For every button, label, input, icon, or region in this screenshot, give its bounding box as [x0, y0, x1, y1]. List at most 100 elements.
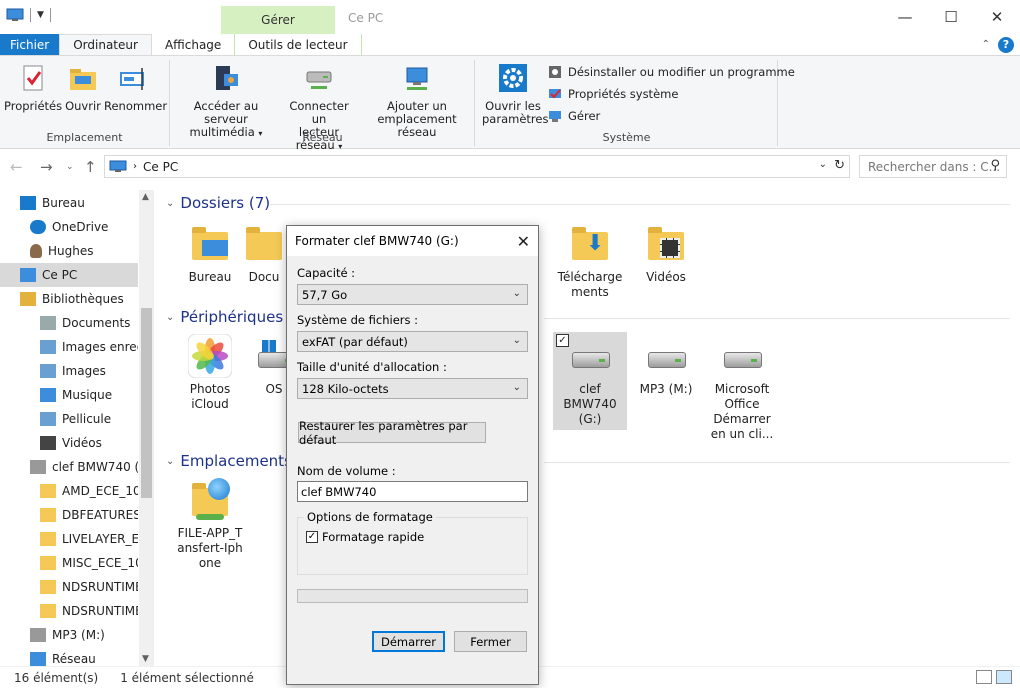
- nav-item[interactable]: Bibliothèques: [0, 287, 138, 311]
- properties-icon: [17, 64, 49, 94]
- quick-format-label: Formatage rapide: [322, 530, 425, 544]
- address-bar[interactable]: › Ce PC ⌄ ↻: [104, 155, 850, 178]
- nav-item[interactable]: NDSRUNTIME_: [0, 599, 138, 623]
- section-devices[interactable]: ⌄ Périphériques et: [166, 308, 303, 326]
- section-network-locations[interactable]: ⌄ Emplacements r: [166, 452, 303, 470]
- device-tile[interactable]: Microsoft Office Démarrer en un cli...: [704, 334, 780, 442]
- collapse-chevron-icon[interactable]: ⌄: [166, 312, 174, 323]
- scroll-down-icon[interactable]: ▼: [142, 654, 149, 664]
- device-tile[interactable]: Photos iCloud: [172, 333, 248, 412]
- tab-drive-tools[interactable]: Outils de lecteur: [234, 34, 362, 55]
- minimize-button[interactable]: —: [882, 6, 928, 28]
- context-tab-manage[interactable]: Gérer: [221, 6, 335, 34]
- qat-separator: [30, 8, 31, 22]
- manage-icon: [548, 109, 562, 123]
- close-window-button[interactable]: ✕: [974, 6, 1020, 28]
- breadcrumb[interactable]: Ce PC: [143, 160, 178, 174]
- nav-item[interactable]: MISC_ECE_1010: [0, 551, 138, 575]
- nav-item[interactable]: Vidéos: [0, 431, 138, 455]
- tab-computer[interactable]: Ordinateur: [59, 34, 152, 55]
- maximize-button[interactable]: ☐: [928, 6, 974, 28]
- capacity-select[interactable]: 57,7 Go ⌄: [297, 284, 528, 305]
- scroll-up-icon[interactable]: ▲: [142, 192, 149, 202]
- tab-file[interactable]: Fichier: [0, 34, 60, 55]
- filesystem-select[interactable]: exFAT (par défaut) ⌄: [297, 331, 528, 352]
- restore-defaults-button[interactable]: Restaurer les paramètres par défaut: [298, 419, 486, 447]
- nav-item[interactable]: Réseau: [0, 647, 138, 666]
- quick-format-checkbox[interactable]: ✓ Formatage rapide: [306, 530, 424, 544]
- folder-tile[interactable]: Bureau: [172, 222, 248, 285]
- network-location-tile[interactable]: FILE-APP_T ansfert-Iph one: [172, 478, 248, 571]
- nav-item[interactable]: LIVELAYER_ECE: [0, 527, 138, 551]
- address-dropdown-icon[interactable]: ⌄: [819, 159, 827, 170]
- system-properties-button[interactable]: Propriétés système: [548, 87, 678, 101]
- folder-tile[interactable]: ⬇ Télécharge ments: [552, 222, 628, 300]
- nav-item[interactable]: Ce PC: [0, 263, 138, 287]
- format-options-group: Options de formatage ✓ Formatage rapide: [297, 510, 528, 575]
- uninstall-program-button[interactable]: Désinstaller ou modifier un programme: [548, 65, 795, 79]
- device-tile[interactable]: MP3 (M:): [628, 334, 704, 397]
- nav-item[interactable]: Musique: [0, 383, 138, 407]
- close-button[interactable]: Fermer: [454, 631, 527, 652]
- back-arrow-icon[interactable]: ←: [10, 158, 23, 176]
- qat-separator: [49, 8, 51, 22]
- device-tile-selected[interactable]: ✓ clef BMW740 (G:): [553, 332, 627, 430]
- nav-item[interactable]: AMD_ECE_1010: [0, 479, 138, 503]
- folder-tile[interactable]: Vidéos: [628, 222, 704, 285]
- ribbon: Propriétés Ouvrir Renommer Emplacement A…: [0, 56, 1020, 152]
- open-settings-button[interactable]: Ouvrir les paramètres: [482, 64, 548, 126]
- nav-item[interactable]: MP3 (M:): [0, 623, 138, 647]
- collapse-ribbon-icon[interactable]: ⌃: [982, 39, 990, 50]
- search-input[interactable]: Rechercher dans : C... ⚲: [859, 155, 1007, 178]
- nav-item[interactable]: Hughes: [0, 239, 138, 263]
- up-arrow-icon[interactable]: ↑: [84, 158, 97, 176]
- open-button[interactable]: Ouvrir: [64, 64, 102, 113]
- folder-icon: [40, 556, 56, 570]
- quick-access-toolbar: ▼: [6, 8, 51, 22]
- network-drive-icon: [303, 64, 335, 94]
- navigation-bar: ← → ⌄ ↑ › Ce PC ⌄ ↻ Rechercher dans : C.…: [0, 150, 1020, 184]
- nav-scrollbar[interactable]: ▲ ▼: [139, 190, 154, 666]
- properties-button[interactable]: Propriétés: [4, 64, 62, 113]
- qat-dropdown-icon[interactable]: ▼: [37, 10, 44, 20]
- start-button[interactable]: Démarrer: [372, 631, 445, 652]
- nav-item[interactable]: clef BMW740 (G:: [0, 455, 138, 479]
- collapse-chevron-icon[interactable]: ⌄: [166, 198, 174, 209]
- volume-name-input[interactable]: clef BMW740: [297, 481, 528, 502]
- section-folders[interactable]: ⌄ Dossiers (7): [166, 194, 270, 212]
- nav-item[interactable]: DBFEATURES_E: [0, 503, 138, 527]
- manage-button[interactable]: Gérer: [548, 109, 600, 123]
- allocation-select[interactable]: 128 Kilo-octets ⌄: [297, 378, 528, 399]
- nav-item[interactable]: Images enregis: [0, 335, 138, 359]
- nav-item-label: NDSRUNTIME_: [62, 580, 138, 594]
- nav-item-label: Musique: [62, 388, 113, 402]
- folder-tile[interactable]: Docu: [242, 222, 286, 285]
- large-icons-view-icon[interactable]: [996, 670, 1012, 684]
- nav-item[interactable]: Pellicule: [0, 407, 138, 431]
- details-view-icon[interactable]: [976, 670, 992, 684]
- nav-item[interactable]: Bureau: [0, 191, 138, 215]
- view-toggle: [976, 670, 1012, 684]
- nav-item[interactable]: NDSRUNTIME_: [0, 575, 138, 599]
- recent-locations-icon[interactable]: ⌄: [66, 162, 74, 172]
- help-icon[interactable]: ?: [998, 36, 1014, 53]
- dialog-close-icon[interactable]: ✕: [517, 232, 530, 251]
- ribbon-group-location: Propriétés Ouvrir Renommer Emplacement: [0, 60, 170, 146]
- selection-count: 1 élément sélectionné: [120, 670, 254, 685]
- checkbox-checked-icon[interactable]: ✓: [306, 531, 318, 543]
- refresh-icon[interactable]: ↻: [834, 158, 845, 173]
- nav-item[interactable]: Documents: [0, 311, 138, 335]
- rename-button[interactable]: Renommer: [104, 64, 167, 113]
- chevron-down-icon: ⌄: [512, 382, 521, 393]
- forward-arrow-icon[interactable]: →: [40, 158, 53, 176]
- add-network-location-button[interactable]: Ajouter un emplacement réseau: [363, 64, 471, 139]
- nav-item[interactable]: OneDrive: [0, 215, 138, 239]
- nav-item[interactable]: Images: [0, 359, 138, 383]
- breadcrumb-separator-icon[interactable]: ›: [133, 161, 137, 172]
- scrollbar-thumb[interactable]: [141, 308, 152, 498]
- tab-view[interactable]: Affichage: [152, 34, 234, 55]
- media-server-button[interactable]: Accéder au serveur multimédia ▾: [175, 64, 277, 140]
- allocation-value: 128 Kilo-octets: [302, 381, 389, 396]
- collapse-chevron-icon[interactable]: ⌄: [166, 456, 174, 467]
- uninstall-label: Désinstaller ou modifier un programme: [568, 65, 795, 79]
